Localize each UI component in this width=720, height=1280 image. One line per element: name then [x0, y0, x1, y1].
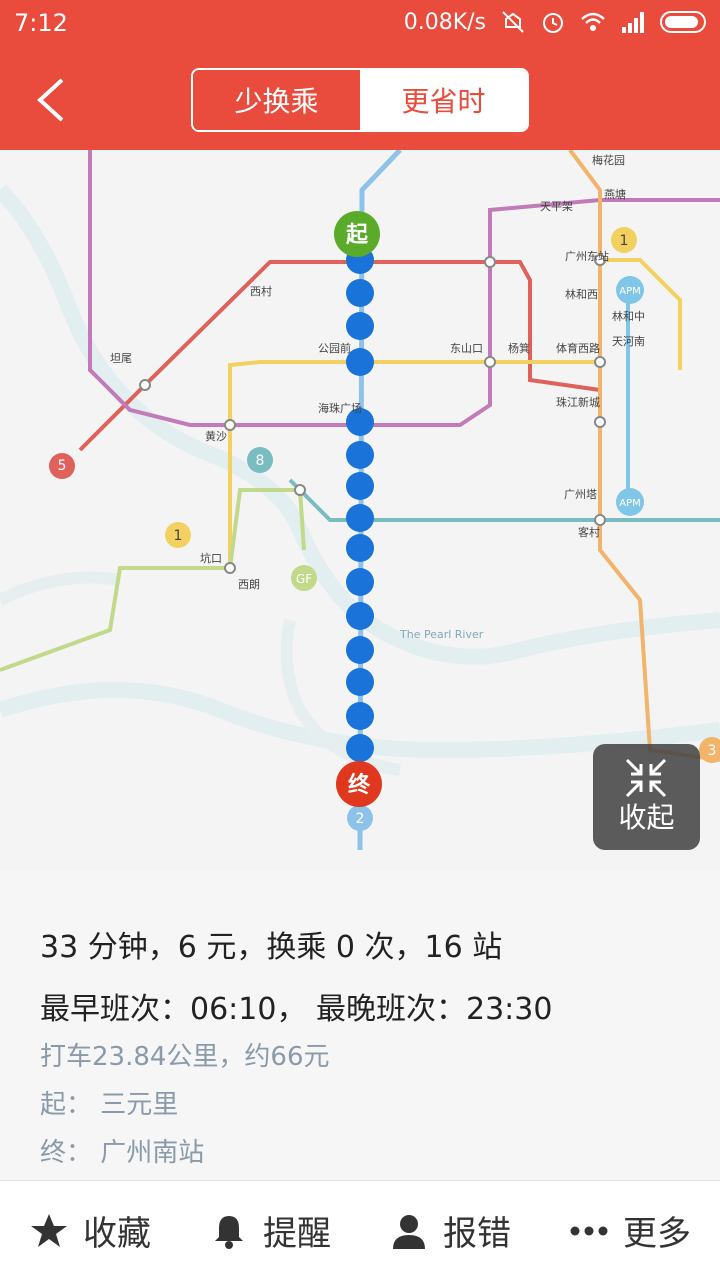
route-summary: 33 分钟，6 元，换乘 0 次，16 站 [40, 930, 503, 965]
reminder-button[interactable]: 提醒 [180, 1181, 360, 1280]
favorite-label: 收藏 [83, 1214, 151, 1254]
more-icon [570, 1226, 608, 1235]
station-linhexi[interactable]: 林和西 [565, 287, 598, 301]
route-info: 33 分钟，6 元，换乘 0 次，16 站 最早班次：06:10， 最晚班次：2… [0, 870, 720, 1180]
gf-label: GF [296, 572, 312, 586]
origin-station: 起： 三元里 [40, 1090, 179, 1120]
station-dongshankou[interactable]: 东山口 [450, 342, 483, 355]
station-tiyu-xilu[interactable]: 体育西路 [556, 341, 600, 355]
station-yantang[interactable]: 燕塘 [604, 187, 626, 201]
signal-icon [622, 12, 644, 33]
apm-label-bottom: APM [619, 498, 641, 509]
station-tianhe-south[interactable]: 天河南 [612, 335, 645, 348]
back-icon[interactable] [26, 74, 76, 126]
end-marker-label: 终 [348, 772, 371, 798]
report-error-label: 报错 [443, 1214, 511, 1254]
collapse-map-button[interactable]: 收起 [593, 744, 700, 850]
station-zhujiang-xincheng[interactable]: 珠江新城 [556, 395, 600, 409]
more-label: 更多 [623, 1214, 691, 1254]
collapse-label: 收起 [618, 801, 675, 834]
line8-label: 8 [256, 453, 265, 469]
header: 少换乘 更省时 [0, 50, 720, 150]
apm-label-top: APM [619, 286, 641, 297]
route-mode-switch: 少换乘 更省时 [191, 68, 529, 132]
report-error-button[interactable]: 报错 [360, 1181, 540, 1280]
station-linhe-central[interactable]: 林和中 [612, 309, 645, 323]
reminder-label: 提醒 [263, 1214, 331, 1254]
station-haizhu-square[interactable]: 海珠广场 [318, 401, 362, 415]
station-gongyuanqian[interactable]: 公园前 [318, 341, 351, 355]
station-guangzhou-tower[interactable]: 广州塔 [564, 488, 597, 501]
station-kengkou[interactable]: 坑口 [200, 551, 222, 565]
user-icon [393, 1214, 425, 1249]
collapse-icon [625, 758, 667, 798]
route-schedule: 最早班次：06:10， 最晚班次：23:30 [40, 992, 553, 1027]
status-bar: 7:12 0.08K/s [0, 0, 720, 50]
start-marker-label: 起 [345, 223, 369, 248]
station-tianpingjia[interactable]: 天平架 [540, 200, 573, 213]
tab-faster[interactable]: 更省时 [360, 70, 527, 130]
bell-icon [215, 1215, 243, 1249]
line3-label: 3 [708, 743, 717, 759]
line2-label: 2 [356, 811, 365, 827]
bottom-action-bar: 收藏 提醒 报错 更多 [0, 1180, 720, 1280]
star-icon [31, 1213, 67, 1247]
mute-icon [502, 11, 524, 33]
station-xicun[interactable]: 西村 [250, 284, 272, 298]
station-guangzhou-east[interactable]: 广州东站 [565, 249, 609, 263]
metro-map[interactable]: 5 8 1 1 2 3 GF APM APM 起 终 广州东站 林和西 林和中 … [0, 150, 720, 870]
more-button[interactable]: 更多 [540, 1181, 720, 1280]
battery-icon [660, 11, 706, 33]
line1-label-west: 1 [174, 528, 183, 544]
station-tanwei[interactable]: 坦尾 [110, 351, 132, 365]
status-icons: 0.08K/s [404, 9, 706, 35]
favorite-button[interactable]: 收藏 [0, 1181, 180, 1280]
taxi-estimate: 打车23.84公里，约66元 [40, 1042, 330, 1072]
tab-fewer-transfers[interactable]: 少换乘 [193, 70, 360, 130]
station-meihuayuan[interactable]: 梅花园 [592, 153, 625, 167]
wifi-icon [581, 12, 605, 31]
line5-label: 5 [58, 458, 67, 474]
alarm-icon [543, 13, 563, 33]
line1-label-east: 1 [620, 233, 629, 249]
status-time: 7:12 [14, 9, 68, 37]
station-huangsha[interactable]: 黄沙 [205, 429, 227, 443]
destination-station: 终： 广州南站 [40, 1138, 205, 1168]
station-yangji[interactable]: 杨箕 [508, 341, 530, 355]
net-speed: 0.08K/s [403, 9, 486, 35]
route-stations [346, 246, 374, 762]
pearl-river-label: The Pearl River [399, 628, 484, 641]
station-xilang[interactable]: 西朗 [238, 578, 260, 591]
station-kecun[interactable]: 客村 [578, 525, 600, 539]
